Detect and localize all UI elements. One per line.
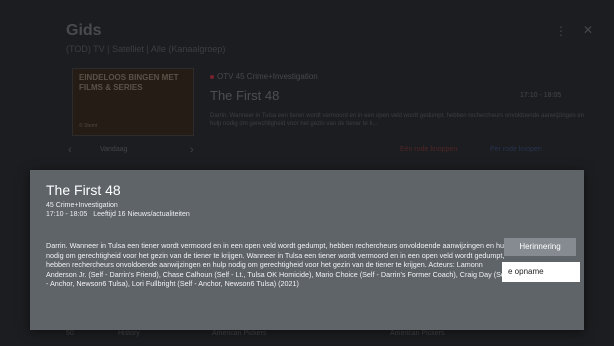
- dialog-description: Darrin. Wanneer in Tulsa een tiener word…: [46, 241, 510, 289]
- dialog-rating: Leeftijd 16 Nieuws/actualiteiten: [93, 211, 190, 218]
- program-detail-dialog: The First 48 45 Crime+Investigation 17:1…: [30, 170, 584, 330]
- record-button[interactable]: e opname: [502, 262, 580, 282]
- dialog-title: The First 48: [46, 182, 121, 198]
- dialog-time: 17:10 - 18:05: [46, 211, 88, 218]
- dialog-channel: 45 Crime+Investigation: [46, 202, 118, 209]
- dialog-time-info: 17:10 - 18:05 Leeftijd 16 Nieuws/actualit…: [46, 211, 190, 218]
- remind-button[interactable]: Herinnering: [504, 238, 576, 256]
